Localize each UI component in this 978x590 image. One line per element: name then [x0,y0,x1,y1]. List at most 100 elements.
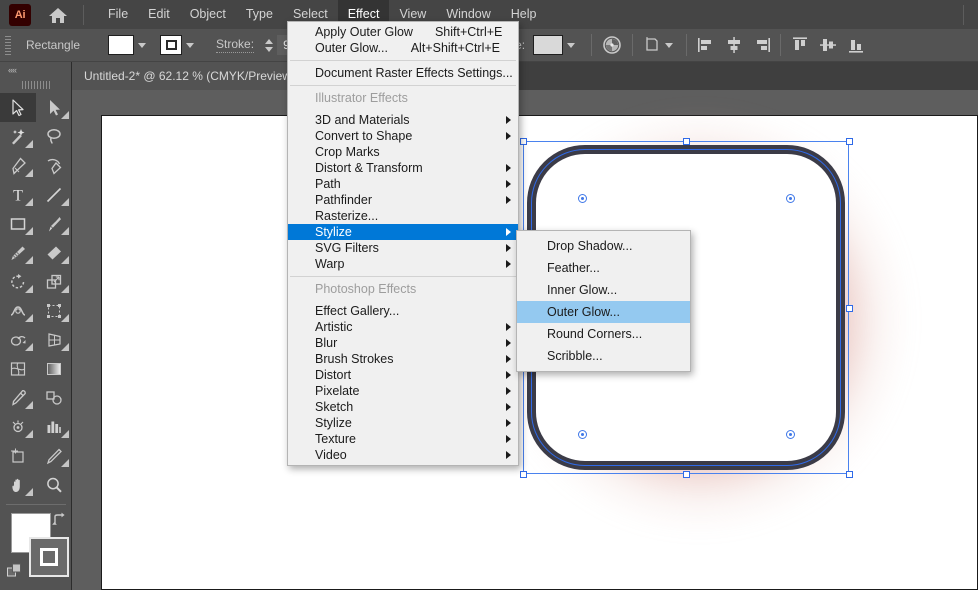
handle-bottom-right[interactable] [846,471,853,478]
symbol-sprayer-tool[interactable] [0,412,36,441]
menu-item-distort[interactable]: Distort [288,367,518,383]
perspective-grid-tool[interactable] [36,325,72,354]
stroke-weight-stepper[interactable] [262,35,275,55]
menu-item-path[interactable]: Path [288,176,518,192]
stroke-weight-label[interactable]: Stroke: [216,37,255,53]
menu-item-texture[interactable]: Texture [288,431,518,447]
align-horizontal-center-icon[interactable] [724,35,743,55]
align-top-icon[interactable] [790,35,809,55]
blend-tool[interactable] [36,383,72,412]
pen-tool[interactable] [0,151,36,180]
handle-bottom-center[interactable] [683,471,690,478]
shaper-tool[interactable] [0,238,36,267]
free-transform-tool[interactable] [36,296,72,325]
corner-widget-bottom-right[interactable] [786,430,795,439]
fill-dropdown-chevron-down-icon[interactable] [134,35,150,55]
stroke-dropdown-chevron-down-icon[interactable] [182,35,198,55]
menu-item-3d-and-materials[interactable]: 3D and Materials [288,112,518,128]
stroke-color-swatch[interactable] [160,35,183,55]
swap-fill-stroke-icon[interactable] [52,511,68,532]
paintbrush-tool[interactable] [36,209,72,238]
align-right-icon[interactable] [752,35,771,55]
home-icon[interactable] [47,4,69,26]
menu-item-pixelate[interactable]: Pixelate [288,383,518,399]
zoom-tool[interactable] [36,470,72,499]
menu-item-document-raster-effects-settings[interactable]: Document Raster Effects Settings... [288,65,518,81]
curvature-tool[interactable] [36,151,72,180]
menu-item-distort-transform[interactable]: Distort & Transform [288,160,518,176]
menu-item-artistic[interactable]: Artistic [288,319,518,335]
handle-top-right[interactable] [846,138,853,145]
submenu-item-feather[interactable]: Feather... [517,257,690,279]
document-tab[interactable]: Untitled-2* @ 62.12 % (CMYK/Preview) [72,62,307,90]
submenu-item-inner-glow[interactable]: Inner Glow... [517,279,690,301]
column-graph-tool[interactable] [36,412,72,441]
corner-widget-top-right[interactable] [786,194,795,203]
menu-edit[interactable]: Edit [138,0,180,29]
menu-item-stylize[interactable]: Stylize [288,224,518,240]
transform-chevron-down-icon[interactable] [661,35,677,55]
align-vertical-center-icon[interactable] [818,35,837,55]
toolbar-grip[interactable] [0,77,71,93]
submenu-arrow-icon [506,132,511,140]
graphic-style-swatch[interactable] [533,35,564,55]
scale-tool[interactable] [36,267,72,296]
graphic-style-chevron-down-icon[interactable] [563,35,579,55]
mesh-tool[interactable] [0,354,36,383]
menu-item-effect-gallery[interactable]: Effect Gallery... [288,303,518,319]
line-segment-tool[interactable] [36,180,72,209]
slice-tool[interactable] [36,441,72,470]
menu-item-blur[interactable]: Blur [288,335,518,351]
artboard-tool[interactable] [0,441,36,470]
handle-middle-right[interactable] [846,305,853,312]
width-tool[interactable] [0,296,36,325]
toolbar-collapse-button[interactable]: «« [0,62,71,77]
menu-item-sketch[interactable]: Sketch [288,399,518,415]
magic-wand-tool[interactable] [0,122,36,151]
menu-type[interactable]: Type [236,0,283,29]
handle-bottom-left[interactable] [520,471,527,478]
direct-selection-tool[interactable] [36,93,72,122]
menu-item-svg-filters[interactable]: SVG Filters [288,240,518,256]
menu-file[interactable]: File [98,0,138,29]
align-left-icon[interactable] [696,35,715,55]
menu-item-brush-strokes[interactable]: Brush Strokes [288,351,518,367]
gradient-tool[interactable] [36,354,72,383]
rectangle-tool[interactable] [0,209,36,238]
default-fill-stroke-icon[interactable] [7,563,23,584]
menu-item-outer-glow[interactable]: Outer Glow... Alt+Shift+Ctrl+E [288,40,518,56]
recolor-artwork-icon[interactable] [601,34,623,56]
rotate-tool[interactable] [0,267,36,296]
submenu-item-round-corners[interactable]: Round Corners... [517,323,690,345]
corner-widget-bottom-left[interactable] [578,430,587,439]
menu-item-convert-to-shape[interactable]: Convert to Shape [288,128,518,144]
menu-item-apply-outer-glow[interactable]: Apply Outer Glow Shift+Ctrl+E [288,24,518,40]
submenu-item-outer-glow[interactable]: Outer Glow... [517,301,690,323]
hand-tool[interactable] [0,470,36,499]
handle-top-left[interactable] [520,138,527,145]
submenu-item-drop-shadow[interactable]: Drop Shadow... [517,235,690,257]
control-bar-grip[interactable] [5,35,11,55]
corner-widget-top-left[interactable] [578,194,587,203]
menu-item-crop-marks[interactable]: Crop Marks [288,144,518,160]
eyedropper-tool[interactable] [0,383,36,412]
selection-tool[interactable] [0,93,36,122]
submenu-item-scribble[interactable]: Scribble... [517,345,690,367]
menu-item-stylize[interactable]: Stylize [288,415,518,431]
type-tool[interactable]: T [0,180,36,209]
menu-item-video[interactable]: Video [288,447,518,463]
stylize-submenu[interactable]: Drop Shadow... Feather... Inner Glow... Out… [516,230,691,372]
lasso-tool[interactable] [36,122,72,151]
eraser-tool[interactable] [36,238,72,267]
effect-menu-dropdown[interactable]: Apply Outer Glow Shift+Ctrl+E Outer Glow..… [287,21,519,466]
fill-color-swatch[interactable] [108,35,135,55]
menu-item-label: Warp [315,257,345,271]
menu-item-pathfinder[interactable]: Pathfinder [288,192,518,208]
menu-object[interactable]: Object [180,0,236,29]
menu-item-warp[interactable]: Warp [288,256,518,272]
stroke-swatch[interactable] [29,537,69,577]
handle-top-center[interactable] [683,138,690,145]
shape-builder-tool[interactable] [0,325,36,354]
align-bottom-icon[interactable] [846,35,865,55]
menu-item-rasterize[interactable]: Rasterize... [288,208,518,224]
